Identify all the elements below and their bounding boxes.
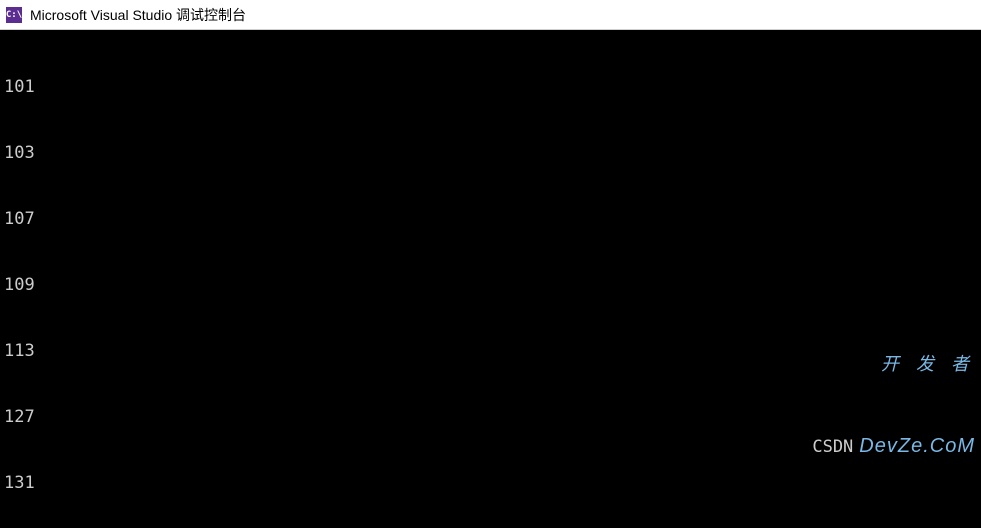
- output-line: 131: [4, 472, 977, 494]
- console-output: 101 103 107 109 113 127 131 137 139 149 …: [0, 30, 981, 528]
- window-title: Microsoft Visual Studio 调试控制台: [30, 5, 246, 25]
- watermark-csdn: CSDN: [812, 437, 853, 457]
- output-line: 127: [4, 406, 977, 428]
- output-line: 103: [4, 142, 977, 164]
- output-line: 113: [4, 340, 977, 362]
- app-icon-text: C:\: [6, 10, 22, 20]
- watermark-domain: DevZe.CoM: [859, 435, 975, 457]
- window-titlebar[interactable]: C:\ Microsoft Visual Studio 调试控制台: [0, 0, 981, 30]
- output-line: 101: [4, 76, 977, 98]
- app-icon: C:\: [6, 7, 22, 23]
- output-line: 107: [4, 208, 977, 230]
- output-line: 109: [4, 274, 977, 296]
